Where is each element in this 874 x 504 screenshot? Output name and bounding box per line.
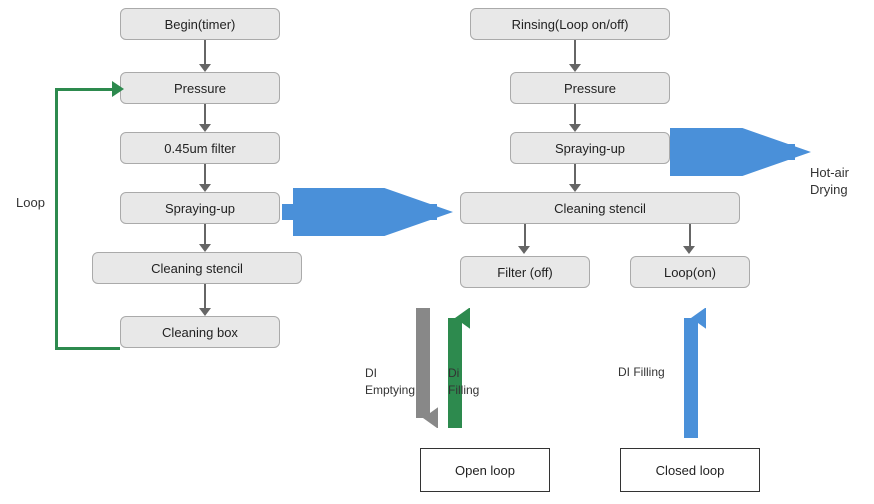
loop-line-bottom — [55, 347, 120, 350]
blue-arrow-right-hotair — [670, 128, 820, 176]
loop-arrow-head — [112, 81, 124, 97]
pressure-right-box: Pressure — [510, 72, 670, 104]
arrow-begin-pressure — [199, 40, 211, 72]
di-filling-green-label: DiFilling — [448, 365, 479, 399]
line-to-filter-off — [524, 224, 526, 248]
open-loop-box: Open loop — [420, 448, 550, 492]
line-to-loop-on — [689, 224, 691, 248]
arrow-pressure-spraying-right — [569, 104, 581, 132]
arrow-spraying-cleaning — [199, 224, 211, 252]
cleaning-stencil-left-box: Cleaning stencil — [92, 252, 302, 284]
diagram: Begin(timer) Pressure 0.45um filter Spra… — [0, 0, 874, 504]
arrow-pressure-filter — [199, 104, 211, 132]
loop-line-vertical — [55, 88, 58, 350]
loop-label: Loop — [16, 195, 45, 210]
di-emptying-label: DIEmptying — [365, 365, 415, 399]
pressure-left-box: Pressure — [120, 72, 280, 104]
loop-line-top — [55, 88, 120, 91]
spraying-right-box: Spraying-up — [510, 132, 670, 164]
filter-off-box: Filter (off) — [460, 256, 590, 288]
closed-loop-box: Closed loop — [620, 448, 760, 492]
arrow-rinsing-pressure — [569, 40, 581, 72]
arrow-spraying-cleaning-right — [569, 164, 581, 192]
rinsing-box: Rinsing(Loop on/off) — [470, 8, 670, 40]
arrowhead-to-loop-on — [683, 246, 695, 254]
begin-timer-box: Begin(timer) — [120, 8, 280, 40]
filter-box: 0.45um filter — [120, 132, 280, 164]
loop-on-box: Loop(on) — [630, 256, 750, 288]
blue-arrow-up — [676, 308, 706, 438]
cleaning-stencil-right-box: Cleaning stencil — [460, 192, 740, 224]
arrowhead-to-filter-off — [518, 246, 530, 254]
arrow-cleaning-box — [199, 284, 211, 316]
blue-arrow-left-right — [282, 188, 462, 236]
di-filling-blue-label: DI Filling — [618, 365, 665, 379]
cleaning-box-box: Cleaning box — [120, 316, 280, 348]
arrow-filter-spraying — [199, 164, 211, 192]
spraying-left-box: Spraying-up — [120, 192, 280, 224]
